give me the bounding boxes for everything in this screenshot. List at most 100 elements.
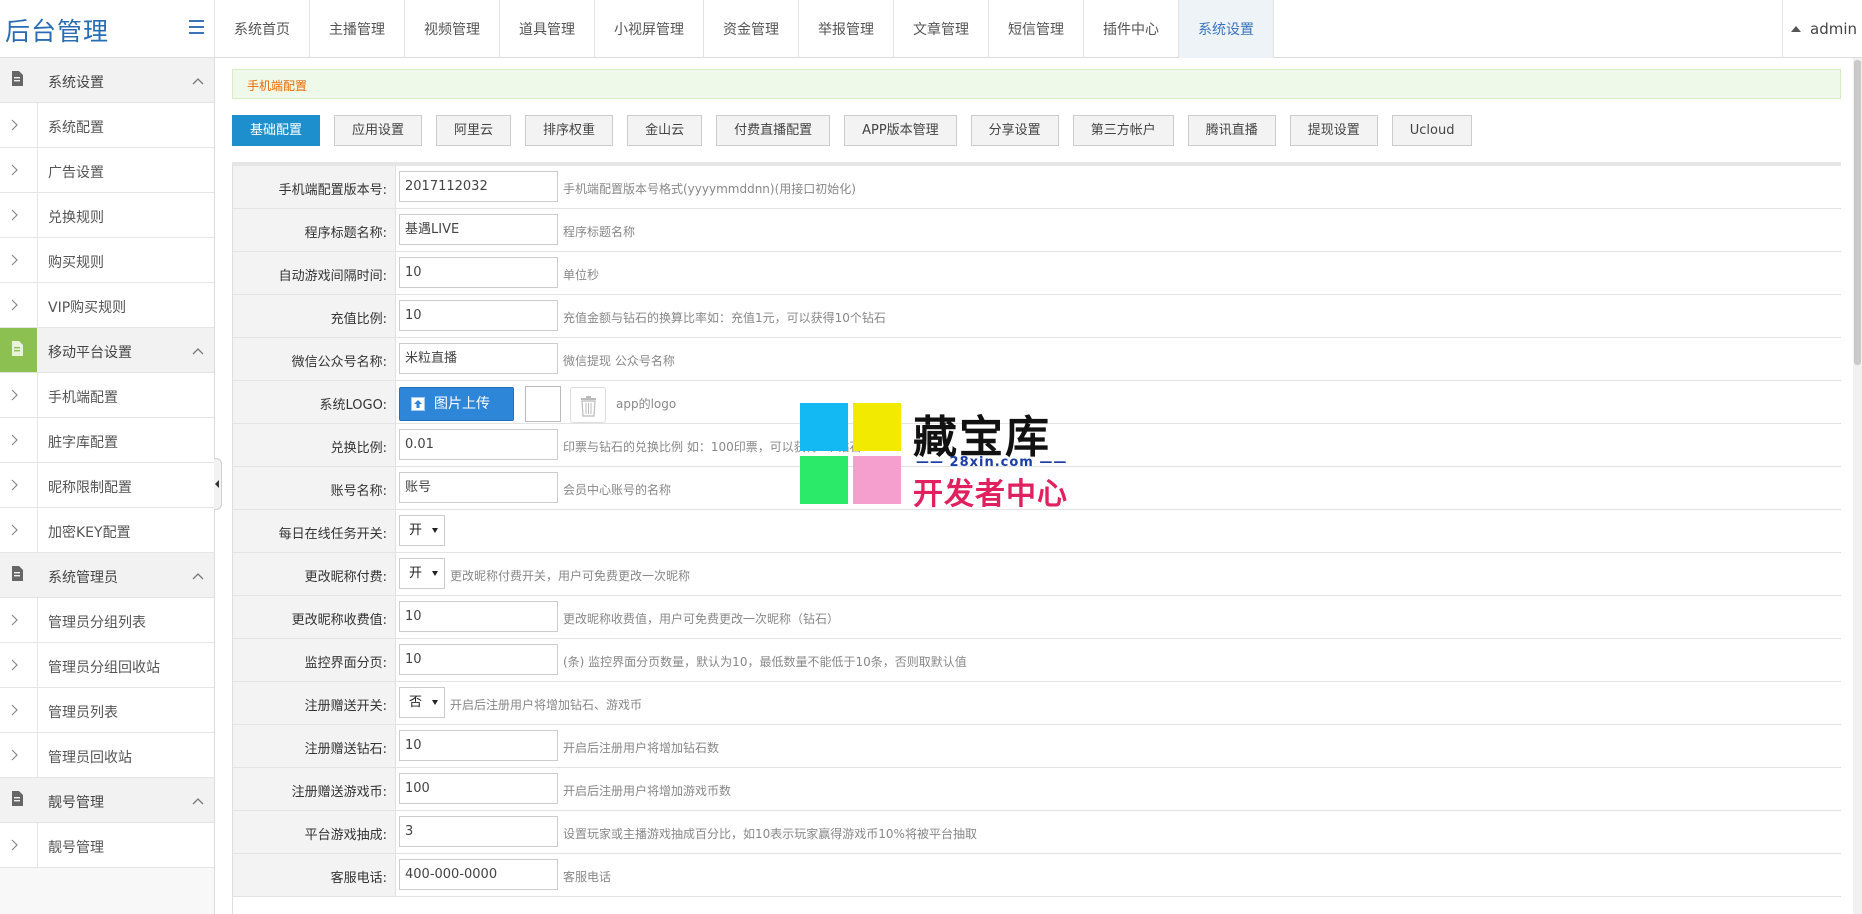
user-menu[interactable]: admin [1782,0,1862,58]
topnav-item[interactable]: 资金管理 [704,0,799,58]
sidebar-item[interactable]: 靓号管理 [0,823,214,868]
sidebar-group[interactable]: 移动平台设置 [0,328,214,373]
chevron-right-icon [11,524,18,540]
tab[interactable]: 提现设置 [1289,115,1378,146]
logo-preview-image [525,386,561,422]
upload-button[interactable]: 图片上传 [399,387,514,421]
text-input[interactable]: 账号 [399,472,558,503]
watermark-square [800,403,848,451]
tab[interactable]: 分享设置 [970,115,1059,146]
tab[interactable]: 排序权重 [525,115,614,146]
text-input[interactable]: 400-000-0000 [399,859,558,890]
select-dropdown[interactable]: 开 [399,515,445,546]
sidebar-item[interactable]: 加密KEY配置 [0,508,214,553]
sidebar-item[interactable]: 广告设置 [0,148,214,193]
tab[interactable]: 腾讯直播 [1187,115,1276,146]
sidebar-item[interactable]: VIP购买规则 [0,283,214,328]
field-label: 兑换比例: [330,441,387,456]
tab[interactable]: 付费直播配置 [716,115,831,146]
chevron-up-icon [192,794,204,809]
field-label: 注册赠送开关: [304,699,387,714]
tab[interactable]: 基础配置 [232,115,321,146]
sidebar-item-label: 系统配置 [48,120,104,136]
chevron-right-icon [11,614,18,630]
chevron-up-icon [192,344,204,359]
sidebar-group-label: 移动平台设置 [48,345,132,361]
text-input[interactable]: 100 [399,773,558,804]
topnav-item[interactable]: 主播管理 [310,0,405,58]
text-input[interactable]: 10 [399,730,558,761]
hamburger-icon[interactable] [189,20,204,34]
text-input[interactable]: 3 [399,816,558,847]
sidebar-item-label: 管理员分组列表 [48,615,146,631]
form-row: 自动游戏间隔时间: 10 单位秒 [233,252,1841,295]
tab[interactable]: 阿里云 [436,115,512,146]
text-input[interactable]: 10 [399,257,558,288]
select-dropdown[interactable]: 开 [399,558,445,589]
form-row: 注册赠送开关: 否开启后注册用户将增加钻石、游戏币 [233,682,1841,725]
upload-button-label: 图片上传 [434,396,490,412]
page-scrollbar[interactable] [1853,58,1862,914]
config-form: 手机端配置版本号: 2017112032 手机端配置版本号格式(yyyymmddnn… [232,162,1841,914]
field-label-cell: 系统LOGO: [233,381,396,423]
field-label: 微信公众号名称: [291,355,387,370]
field-label: 自动游戏间隔时间: [278,269,387,284]
topnav-item[interactable]: 短信管理 [989,0,1084,58]
tab[interactable]: 金山云 [627,115,703,146]
brand-title: 后台管理 [5,17,110,46]
sidebar-item[interactable]: 管理员分组列表 [0,598,214,643]
sidebar-item-label: 购买规则 [48,255,104,271]
form-row: 微信公众号名称: 米粒直播 微信提现 公众号名称 [233,338,1841,381]
select-dropdown[interactable]: 否 [399,687,445,718]
topnav-item[interactable]: 插件中心 [1084,0,1179,58]
sidebar-group[interactable]: 靓号管理 [0,778,214,823]
topnav-item[interactable]: 系统首页 [215,0,310,58]
tab[interactable]: 第三方帐户 [1072,115,1174,146]
sidebar-item[interactable]: 昵称限制配置 [0,463,214,508]
text-input[interactable]: 米粒直播 [399,343,558,374]
sidebar-item[interactable]: 系统配置 [0,103,214,148]
chevron-up-icon [192,569,204,584]
sidebar-item-label: 手机端配置 [48,390,118,406]
sidebar-group[interactable]: 系统管理员 [0,553,214,598]
scrollbar-thumb[interactable] [1854,60,1861,365]
field-label-cell: 监控界面分页: [233,639,396,681]
trash-icon[interactable] [570,387,606,423]
sidebar-item[interactable]: 管理员回收站 [0,733,214,778]
chevron-right-icon [11,119,18,135]
text-input[interactable]: 10 [399,644,558,675]
text-input[interactable]: 10 [399,300,558,331]
field-label-cell: 平台游戏抽成: [233,811,396,853]
chevron-right-icon [11,839,18,855]
field-hint: 手机端配置版本号格式(yyyymmddnn)(用接口初始化) [563,182,856,196]
sidebar-item[interactable]: 购买规则 [0,238,214,283]
sidebar-item[interactable]: 兑换规则 [0,193,214,238]
topnav-item[interactable]: 视频管理 [405,0,500,58]
field-label-cell: 兑换比例: [233,424,396,466]
tab[interactable]: 应用设置 [334,115,423,146]
sidebar-collapse-handle[interactable] [214,458,222,510]
text-input[interactable]: 2017112032 [399,171,558,202]
sidebar-item[interactable]: 管理员分组回收站 [0,643,214,688]
chevron-right-icon [11,164,18,180]
sidebar-item[interactable]: 管理员列表 [0,688,214,733]
topnav-item[interactable]: 道具管理 [500,0,595,58]
form-row: 客服电话: 400-000-0000 客服电话 [233,854,1841,897]
tab[interactable]: APP版本管理 [844,115,957,146]
topnav-item[interactable]: 系统设置 [1179,0,1274,58]
sidebar-item[interactable]: 手机端配置 [0,373,214,418]
topnav-item[interactable]: 举报管理 [799,0,894,58]
text-input[interactable]: 基遇LIVE [399,214,558,245]
sidebar-item[interactable]: 脏字库配置 [0,418,214,463]
text-input[interactable]: 0.01 [399,429,558,460]
field-label-cell: 更改昵称付费: [233,553,396,595]
topnav-item[interactable]: 小视屏管理 [595,0,704,58]
tab[interactable]: Ucloud [1391,115,1473,146]
sidebar-item-label: 靓号管理 [48,840,104,856]
sidebar-group[interactable]: 系统设置 [0,58,214,103]
document-icon [0,58,37,102]
field-label: 注册赠送钻石: [304,742,387,757]
topnav-item[interactable]: 文章管理 [894,0,989,58]
text-input[interactable]: 10 [399,601,558,632]
field-label-cell: 程序标题名称: [233,209,396,251]
